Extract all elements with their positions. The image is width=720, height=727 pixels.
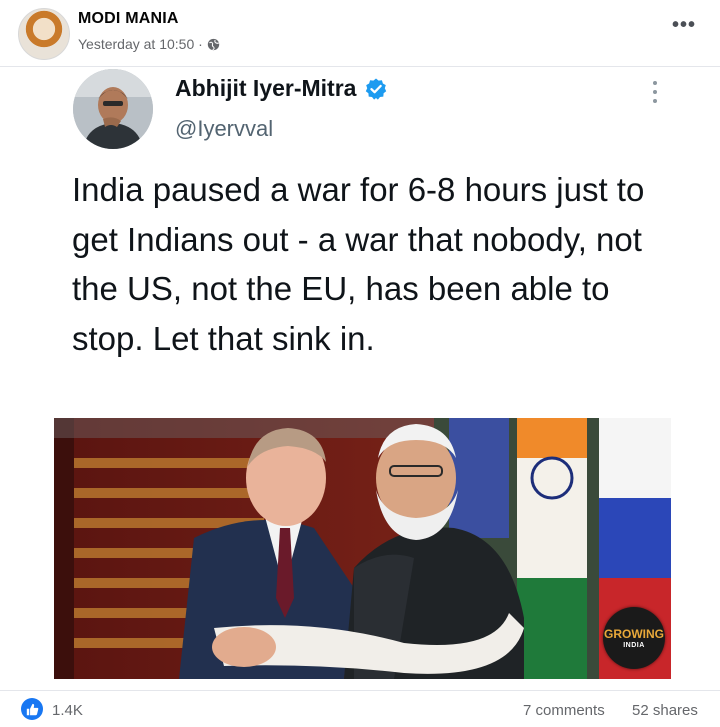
post-timestamp[interactable]: Yesterday at 10:50 ·: [78, 36, 203, 52]
globe-icon: [207, 38, 219, 50]
post-meta: Yesterday at 10:50 ·: [78, 36, 220, 52]
page-name[interactable]: MODI MANIA: [78, 10, 179, 28]
tweet-handle: @Iyervval: [175, 116, 274, 141]
reaction-count[interactable]: 1.4K: [52, 702, 83, 719]
watermark-logo: GROWING INDIA: [603, 607, 665, 669]
tweet-more-icon: [650, 81, 660, 107]
tweet-author-name: Abhijit Iyer-Mitra: [175, 75, 357, 101]
tweet-author-avatar: [73, 69, 153, 149]
tweet-screenshot[interactable]: Abhijit Iyer-Mitra @Iyervval India pause…: [0, 67, 720, 679]
tweet-photo: GROWING INDIA: [54, 418, 671, 679]
photo-illustration: [54, 418, 671, 679]
shares-count-link[interactable]: 52 shares: [632, 702, 698, 719]
tweet-author: Abhijit Iyer-Mitra: [175, 75, 388, 102]
reactions-bar: 1.4K 7 comments 52 shares: [0, 693, 720, 727]
comments-count-link[interactable]: 7 comments: [523, 702, 605, 719]
page-avatar[interactable]: [18, 8, 70, 60]
tweet-text: India paused a war for 6-8 hours just to…: [72, 171, 645, 357]
more-options-button[interactable]: •••: [672, 14, 696, 37]
post-header: MODI MANIA Yesterday at 10:50 · •••: [0, 0, 720, 66]
divider: [0, 690, 720, 691]
thumbs-up-icon[interactable]: [21, 698, 43, 720]
verified-badge-icon: [366, 78, 387, 100]
